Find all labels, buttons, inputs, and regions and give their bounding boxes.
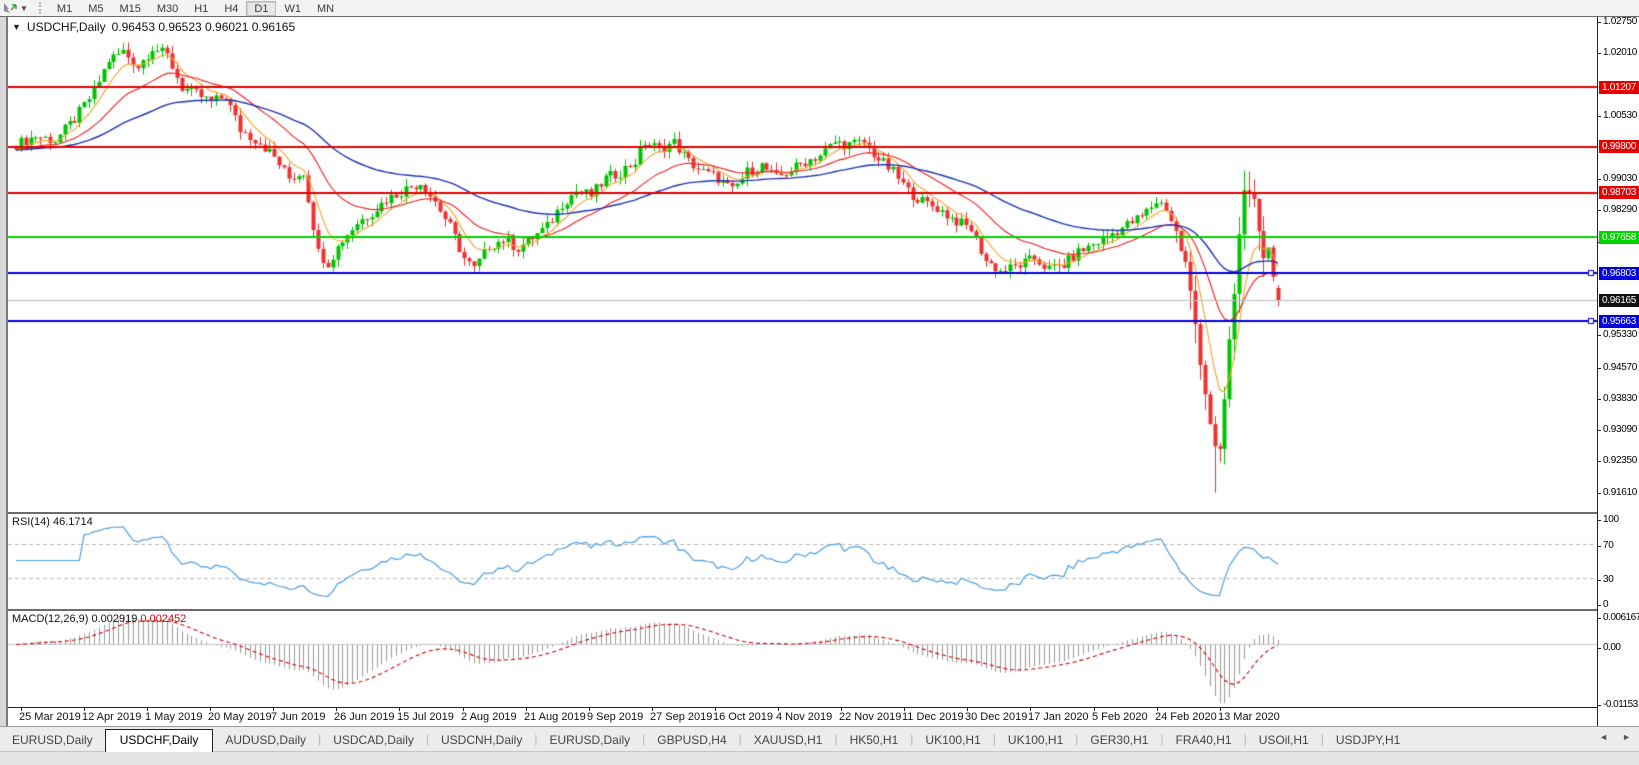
date-axis-label: 16 Oct 2019 bbox=[713, 711, 773, 723]
date-axis-label: 22 Nov 2019 bbox=[839, 711, 901, 723]
price-tick-label: 0.91610 bbox=[1598, 487, 1637, 499]
level-price-badge: 1.01207 bbox=[1599, 81, 1639, 94]
date-axis-label: 20 May 2019 bbox=[208, 711, 272, 723]
macd-signal-value: 0.002452 bbox=[140, 613, 186, 625]
chevron-down-icon[interactable]: ▼ bbox=[20, 4, 28, 13]
date-axis-label: 12 Apr 2019 bbox=[82, 711, 141, 723]
rsi-canvas[interactable] bbox=[8, 514, 1597, 609]
level-price-badge: 0.97658 bbox=[1599, 231, 1639, 244]
chart-tab-eurusd-daily[interactable]: EURUSD,Daily bbox=[0, 730, 105, 751]
price-tick-label: 1.02010 bbox=[1598, 47, 1637, 59]
date-axis-label: 2 Aug 2019 bbox=[461, 711, 517, 723]
chart-tab-usdjpy-h1[interactable]: USDJPY,H1 bbox=[1324, 730, 1412, 751]
rsi-tick-label: 100 bbox=[1598, 514, 1619, 526]
chart-symbol-label: USDCHF,Daily bbox=[27, 20, 106, 34]
chart-tab-gbpusd-h4[interactable]: GBPUSD,H4 bbox=[645, 730, 738, 751]
price-tick-label: 0.98290 bbox=[1598, 204, 1637, 216]
tab-scroll-right-icon[interactable]: ► bbox=[1622, 732, 1631, 742]
date-axis-label: 7 Jun 2019 bbox=[271, 711, 325, 723]
level-price-badge: 0.99800 bbox=[1599, 140, 1639, 153]
price-tick-label: 0.99030 bbox=[1598, 173, 1637, 185]
date-axis[interactable]: 25 Mar 201912 Apr 2019 1 May 2019 20 May 2… bbox=[8, 708, 1597, 727]
macd-tick-label: 0.006167 bbox=[1598, 612, 1639, 624]
rsi-panel: RSI(14) 46.1714 bbox=[8, 514, 1597, 611]
rsi-tick-label: 0 bbox=[1598, 599, 1608, 611]
chart-tab-uk100-h1[interactable]: UK100,H1 bbox=[913, 730, 992, 751]
timeframe-button-m1[interactable]: M1 bbox=[49, 1, 80, 16]
chart-ohlc-values: 0.96453 0.96523 0.96021 0.96165 bbox=[112, 20, 296, 34]
timeframe-button-mn[interactable]: MN bbox=[309, 1, 342, 16]
timeframe-button-h4[interactable]: H4 bbox=[216, 1, 246, 16]
level-price-badge: 0.96803 bbox=[1599, 267, 1639, 280]
price-chart-canvas[interactable] bbox=[8, 17, 1597, 512]
level-price-badge: 0.95663 bbox=[1599, 315, 1639, 328]
timeframe-button-m5[interactable]: M5 bbox=[80, 1, 111, 16]
status-strip bbox=[0, 751, 1639, 765]
timeframe-button-m15[interactable]: M15 bbox=[111, 1, 148, 16]
indicators-icon[interactable] bbox=[3, 2, 17, 14]
macd-tick-label: 0.00 bbox=[1598, 642, 1620, 654]
date-axis-label: 17 Jan 2020 bbox=[1028, 711, 1089, 723]
toolbar-grip bbox=[39, 2, 44, 14]
date-axis-label: 25 Mar 2019 bbox=[19, 711, 81, 723]
price-tick-label: 0.95330 bbox=[1598, 329, 1637, 341]
date-axis-label: 9 Sep 2019 bbox=[587, 711, 643, 723]
price-axis[interactable]: 1.027501.020101.005300.990300.982900.975… bbox=[1597, 17, 1639, 726]
date-axis-label: 30 Dec 2019 bbox=[965, 711, 1027, 723]
date-axis-label: 5 Feb 2020 bbox=[1092, 711, 1148, 723]
timeframe-button-w1[interactable]: W1 bbox=[276, 1, 309, 16]
chart-tab-usdchf-daily[interactable]: USDCHF,Daily bbox=[105, 729, 214, 752]
date-axis-label: 24 Feb 2020 bbox=[1155, 711, 1217, 723]
chart-tab-usdcnh-daily[interactable]: USDCNH,Daily bbox=[429, 730, 534, 751]
chart-tab-usoil-h1[interactable]: USOil,H1 bbox=[1247, 730, 1321, 751]
chart-tab-xauusd-h1[interactable]: XAUUSD,H1 bbox=[742, 730, 835, 751]
chart-workspace: ▼ USDCHF,Daily 0.96453 0.96523 0.96021 0… bbox=[0, 16, 1639, 726]
macd-canvas[interactable] bbox=[8, 611, 1597, 707]
chart-tab-hk50-h1[interactable]: HK50,H1 bbox=[838, 730, 911, 751]
macd-label: MACD(12,26,9) 0.002919 0.002452 bbox=[12, 613, 186, 625]
timeframe-button-d1[interactable]: D1 bbox=[246, 1, 276, 16]
price-tick-label: 1.02750 bbox=[1598, 16, 1637, 28]
timeframe-toolbar: ▼ M1M5M15M30H1H4D1W1MN bbox=[0, 0, 1639, 16]
date-axis-label: 1 May 2019 bbox=[145, 711, 202, 723]
chart-tab-bar: EURUSD,DailyUSDCHF,DailyAUDUSD,Daily|USD… bbox=[0, 726, 1639, 751]
symbol-dropdown-icon[interactable]: ▼ bbox=[12, 22, 21, 32]
date-axis-label: 11 Dec 2019 bbox=[902, 711, 964, 723]
mt4-window: ▼ M1M5M15M30H1H4D1W1MN ▼ USDCHF,Daily 0.… bbox=[0, 0, 1639, 765]
rsi-tick-label: 30 bbox=[1598, 574, 1614, 586]
date-axis-label: 13 Mar 2020 bbox=[1218, 711, 1280, 723]
timeframe-button-m30[interactable]: M30 bbox=[149, 1, 186, 16]
chart-tab-usdcad-daily[interactable]: USDCAD,Daily bbox=[321, 730, 426, 751]
macd-tick-label: -0.011531 bbox=[1598, 699, 1639, 711]
price-tick-label: 0.93090 bbox=[1598, 424, 1637, 436]
price-tick-label: 0.92350 bbox=[1598, 455, 1637, 467]
chart-tab-uk100-h1[interactable]: UK100,H1 bbox=[996, 730, 1075, 751]
price-tick-label: 1.00530 bbox=[1598, 110, 1637, 122]
date-axis-label: 26 Jun 2019 bbox=[334, 711, 395, 723]
macd-panel: MACD(12,26,9) 0.002919 0.002452 bbox=[8, 611, 1597, 708]
chart-tab-ger30-h1[interactable]: GER30,H1 bbox=[1078, 730, 1160, 751]
timeframe-button-h1[interactable]: H1 bbox=[186, 1, 216, 16]
rsi-label: RSI(14) 46.1714 bbox=[12, 516, 93, 528]
current-price-badge: 0.96165 bbox=[1599, 294, 1639, 307]
date-axis-label: 15 Jul 2019 bbox=[397, 711, 454, 723]
chart-tab-fra40-h1[interactable]: FRA40,H1 bbox=[1164, 730, 1244, 751]
left-splitter[interactable] bbox=[0, 17, 8, 726]
date-axis-label: 27 Sep 2019 bbox=[650, 711, 712, 723]
date-axis-label: 4 Nov 2019 bbox=[776, 711, 832, 723]
main-chart-panel: ▼ USDCHF,Daily 0.96453 0.96523 0.96021 0… bbox=[8, 17, 1597, 514]
price-tick-label: 0.94570 bbox=[1598, 362, 1637, 374]
chart-tab-audusd-daily[interactable]: AUDUSD,Daily bbox=[213, 730, 318, 751]
rsi-tick-label: 70 bbox=[1598, 540, 1614, 552]
chart-tab-eurusd-daily[interactable]: EURUSD,Daily bbox=[537, 730, 642, 751]
date-axis-label: 21 Aug 2019 bbox=[524, 711, 586, 723]
tab-scroll-left-icon[interactable]: ◄ bbox=[1599, 732, 1608, 742]
chart-title: ▼ USDCHF,Daily 0.96453 0.96523 0.96021 0… bbox=[12, 20, 295, 34]
price-tick-label: 0.93830 bbox=[1598, 393, 1637, 405]
chart-stack: ▼ USDCHF,Daily 0.96453 0.96523 0.96021 0… bbox=[8, 17, 1597, 726]
level-price-badge: 0.98703 bbox=[1599, 186, 1639, 199]
